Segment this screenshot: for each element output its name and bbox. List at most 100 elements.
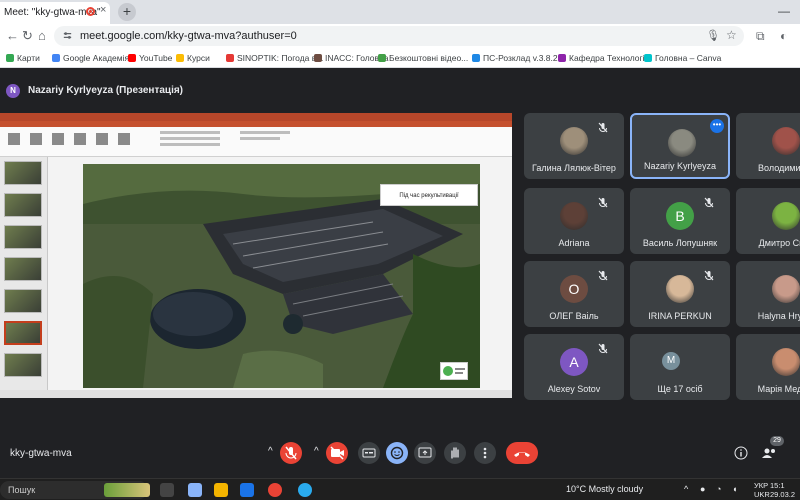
copilot-icon[interactable] (188, 483, 202, 497)
bookmark-item[interactable]: YouTube (128, 53, 172, 63)
tray-app-icon[interactable]: ● (700, 484, 705, 494)
slide-thumbnail-selected[interactable] (4, 321, 42, 345)
microphone-icon[interactable]: 🎙 (706, 29, 720, 42)
site-info-icon[interactable] (62, 30, 73, 41)
powerpoint-statusbar (0, 390, 512, 398)
participant-name: ОЛЕГ Ваіль (549, 311, 599, 321)
slide-thumbnail[interactable] (4, 257, 42, 281)
bookmark-item[interactable]: Карти (6, 53, 40, 63)
participant-tile[interactable]: Володимир Л (736, 113, 800, 179)
slide-thumbnail[interactable] (4, 353, 42, 377)
reload-icon[interactable]: ↻ (22, 29, 33, 43)
camera-off-button[interactable] (326, 442, 348, 464)
home-icon[interactable]: ⌂ (38, 29, 46, 43)
participant-tile[interactable]: Галина Лялюк-Вітер (524, 113, 624, 179)
presenter-avatar: N (6, 84, 20, 98)
chevron-up-icon[interactable]: ^ (268, 446, 273, 457)
chevron-up-icon[interactable]: ^ (314, 446, 319, 457)
search-highlight-image (104, 483, 150, 497)
present-screen-button[interactable] (414, 442, 436, 464)
participant-tile[interactable]: Дмитро Скоб (736, 188, 800, 254)
system-clock[interactable]: 15:1 29.03.2 (770, 481, 795, 499)
bookmark-star-icon[interactable]: ☆ (726, 28, 737, 42)
mic-off-icon (285, 446, 297, 460)
slide-thumbnail[interactable] (4, 161, 42, 185)
mic-off-icon (598, 270, 608, 281)
captions-button[interactable] (358, 442, 380, 464)
telegram-icon[interactable] (298, 483, 312, 497)
bookmark-item[interactable]: Google Академія (52, 53, 129, 63)
task-view-icon[interactable] (160, 483, 174, 497)
participant-tile[interactable]: Adriana (524, 188, 624, 254)
participant-tile[interactable]: Марія Медвід (736, 334, 800, 400)
extensions-icon[interactable]: ⧉ (756, 29, 765, 44)
back-arrow-icon[interactable]: ← (6, 29, 19, 43)
leave-call-button[interactable] (506, 442, 538, 464)
participant-avatar: В (666, 202, 694, 230)
mail-icon[interactable] (240, 483, 254, 497)
volume-icon[interactable]: ◖ (732, 484, 737, 494)
slide-thumbnails[interactable] (0, 157, 48, 390)
participant-name: IRINA PERKUN (648, 311, 712, 321)
bookmark-item[interactable]: Кафедра Технологі... (558, 53, 652, 63)
language-code: УКР (754, 481, 769, 490)
emoji-reactions-button[interactable] (386, 442, 408, 464)
profile-icon[interactable]: ◐ (780, 29, 787, 43)
participant-tile[interactable]: ••• Nazariy Kyrlyeyza (630, 113, 730, 179)
participant-photo (560, 127, 588, 155)
present-icon (418, 447, 432, 458)
participant-tile[interactable]: О ОЛЕГ Ваіль (524, 261, 624, 327)
microphone-off-button[interactable] (280, 442, 302, 464)
participant-tile[interactable]: IRINA PERKUN (630, 261, 730, 327)
file-explorer-icon[interactable] (214, 483, 228, 497)
presenter-title: Nazariy Kyrlyeyza (Презентація) (28, 85, 184, 96)
participant-name: Alexey Sotov (547, 384, 601, 394)
mic-off-icon (704, 270, 714, 281)
address-bar-row: ← ↻ ⌂ meet.google.com/kky-gtwa-mva?authu… (0, 24, 800, 48)
chrome-icon[interactable] (268, 483, 282, 497)
participant-tile[interactable]: Halyna Hrytsu (736, 261, 800, 327)
bookmark-favicon-icon (378, 54, 386, 62)
tray-chevron-icon[interactable]: ^ (684, 484, 688, 494)
participant-tile[interactable]: В Василь Лопушняк (630, 188, 730, 254)
participant-photo (772, 348, 800, 376)
wifi-icon[interactable]: ◔ (716, 484, 721, 494)
slide-thumbnail[interactable] (4, 193, 42, 217)
language-indicator[interactable]: УКР UKR (754, 481, 770, 499)
participant-count-badge: 29 (770, 436, 784, 446)
participant-name: Дмитро Скоб (758, 238, 800, 248)
meeting-info-button[interactable] (730, 442, 752, 464)
mic-off-icon (704, 197, 714, 208)
bookmark-favicon-icon (6, 54, 14, 62)
url-input[interactable]: meet.google.com/kky-gtwa-mva?authuser=0 … (54, 26, 744, 46)
slide-thumbnail[interactable] (4, 289, 42, 313)
url-text: meet.google.com/kky-gtwa-mva?authuser=0 (80, 30, 297, 42)
participant-tile[interactable]: M Ще 17 осіб (630, 334, 730, 400)
bookmark-label: ПС-Розклад v.3.8.2 (483, 53, 558, 63)
emoji-icon (390, 446, 404, 460)
tab-close-icon[interactable]: × (100, 4, 106, 16)
bookmark-item[interactable]: Безкоштовні відео... (378, 53, 468, 63)
more-options-button[interactable] (474, 442, 496, 464)
raise-hand-button[interactable] (444, 442, 466, 464)
bookmark-item[interactable]: Курси (176, 53, 210, 63)
participant-photo (560, 202, 588, 230)
bookmark-item[interactable]: Головна – Canva (644, 53, 721, 63)
hang-up-icon (514, 452, 530, 457)
new-tab-button[interactable]: + (118, 3, 136, 21)
weather-widget[interactable]: 10°C Mostly cloudy (566, 484, 643, 494)
search-placeholder: Пошук (8, 485, 36, 495)
participant-name: Nazariy Kyrlyeyza (643, 161, 717, 171)
bookmark-item[interactable]: ПС-Розклад v.3.8.2 (472, 53, 558, 63)
participant-tile[interactable]: A Alexey Sotov (524, 334, 624, 400)
minimize-button[interactable]: — (778, 4, 790, 18)
participant-name: Ще 17 осіб (657, 384, 703, 394)
tile-options-icon[interactable]: ••• (710, 119, 724, 133)
bookmark-item[interactable]: SINOPTIK: Погода в... (226, 53, 323, 63)
bookmark-label: Безкоштовні відео... (389, 53, 469, 63)
participant-photo (772, 127, 800, 155)
bookmark-label: Google Академія (63, 53, 130, 63)
participant-name: Василь Лопушняк (642, 238, 718, 248)
tab-bar: Meet: "kky-gtwa-mva" × + — (0, 0, 800, 24)
slide-thumbnail[interactable] (4, 225, 42, 249)
